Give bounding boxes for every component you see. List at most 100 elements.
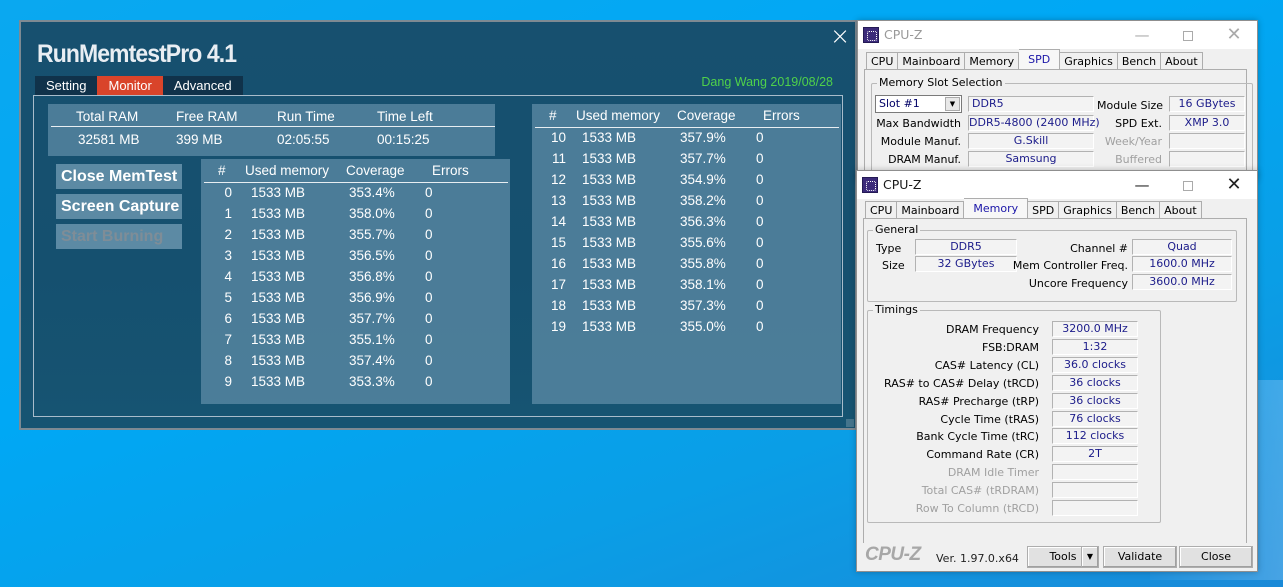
tab-advanced[interactable]: Advanced xyxy=(162,76,243,95)
column-header: # xyxy=(549,108,557,123)
table-row: 12 1533 MB 354.9% 0 xyxy=(532,172,841,193)
field-label: Week/Year xyxy=(1104,135,1162,148)
size-value: 32 GBytes xyxy=(915,256,1017,272)
tab-bench[interactable]: Bench xyxy=(1117,52,1162,70)
close-memtest-button[interactable]: Close MemTest xyxy=(56,164,182,189)
dram-manuf-value: Samsung xyxy=(968,151,1094,167)
thread-number-cell: 19 xyxy=(550,319,566,334)
timing-value: 36 clocks xyxy=(1052,392,1138,409)
timing-value: 2T xyxy=(1052,446,1138,463)
tab-spd[interactable]: SPD xyxy=(1019,49,1061,70)
tab-graphics[interactable]: Graphics xyxy=(1059,201,1117,219)
coverage-cell: 353.4% xyxy=(349,185,395,200)
module-size-value: 16 GBytes xyxy=(1169,96,1245,112)
timing-label: RAS# to CAS# Delay (tRCD) xyxy=(884,376,1040,390)
timing-value: 112 clocks xyxy=(1052,428,1138,445)
errors-cell: 0 xyxy=(425,185,433,200)
errors-cell: 0 xyxy=(425,248,433,263)
timing-label: Row To Column (tRCD) xyxy=(915,502,1039,515)
tab-memory[interactable]: Memory xyxy=(965,52,1020,70)
divider xyxy=(51,126,495,127)
week-year-value xyxy=(1169,133,1245,149)
divider xyxy=(535,127,839,128)
validate-button[interactable]: Validate xyxy=(1103,546,1177,568)
tab-mainboard[interactable]: Mainboard xyxy=(898,52,966,70)
errors-cell: 0 xyxy=(756,235,764,250)
close-button[interactable]: ✕ xyxy=(1211,21,1257,49)
tab-bench[interactable]: Bench xyxy=(1116,201,1161,219)
slot-select[interactable]: Slot #1 ▼ xyxy=(875,95,962,113)
minimize-button[interactable]: — xyxy=(1119,21,1165,49)
thread-table-left: # Used memory Coverage Errors 0 1533 MB 35… xyxy=(201,159,510,404)
thread-number-cell: 17 xyxy=(550,277,566,292)
timing-label: Bank Cycle Time (tRC) xyxy=(916,430,1039,444)
errors-cell: 0 xyxy=(756,130,764,145)
coverage-cell: 354.9% xyxy=(680,172,726,187)
screen-capture-button[interactable]: Screen Capture xyxy=(56,194,182,219)
thread-number-cell: 13 xyxy=(550,193,566,208)
thread-number-cell: 10 xyxy=(550,130,566,145)
tab-setting[interactable]: Setting xyxy=(35,76,98,95)
table-row: 15 1533 MB 355.6% 0 xyxy=(532,235,841,256)
chevron-down-icon: ▼ xyxy=(1086,552,1094,561)
tab-monitor[interactable]: Monitor xyxy=(97,76,163,95)
table-row: 3 1533 MB 356.5% 0 xyxy=(201,248,510,269)
field-label: Uncore Frequency xyxy=(1028,277,1128,290)
resize-grip[interactable] xyxy=(846,419,854,427)
close-button[interactable]: ✕ xyxy=(1211,171,1257,199)
tab-mainboard[interactable]: Mainboard xyxy=(897,201,965,219)
coverage-cell: 355.7% xyxy=(349,227,395,242)
type-value: DDR5 xyxy=(915,239,1017,255)
errors-cell: 0 xyxy=(425,374,433,389)
field-label: Type xyxy=(876,242,902,255)
action-buttons: Close MemTest Screen Capture Start Burni… xyxy=(56,164,182,254)
cpuz-spd-window: CPU-Z — ✕ CPU Mainboard Memory SPD Graph… xyxy=(857,20,1258,193)
coverage-cell: 358.1% xyxy=(680,277,726,292)
table-row: 0 1533 MB 353.4% 0 xyxy=(201,185,510,206)
thread-number-cell: 12 xyxy=(550,172,566,187)
divider xyxy=(204,182,508,183)
errors-cell: 0 xyxy=(425,227,433,242)
close-icon[interactable]: × xyxy=(829,24,851,48)
field-label: Mem Controller Freq. xyxy=(1012,259,1128,272)
timing-label: DRAM Idle Timer xyxy=(947,466,1039,480)
used-memory-cell: 1533 MB xyxy=(251,290,306,305)
mem-controller-freq-value: 1600.0 MHz xyxy=(1132,256,1232,272)
errors-cell: 0 xyxy=(756,193,764,208)
used-memory-cell: 1533 MB xyxy=(251,206,306,221)
close-button[interactable]: Close xyxy=(1179,546,1253,568)
field-label: Module Size xyxy=(1097,99,1164,112)
tab-memory[interactable]: Memory xyxy=(964,198,1029,219)
errors-cell: 0 xyxy=(425,311,433,326)
coverage-cell: 356.9% xyxy=(349,290,395,305)
table-row: 11 1533 MB 357.7% 0 xyxy=(532,151,841,172)
thread-number-cell: 18 xyxy=(550,298,566,313)
author-credit: Dang Wang 2019/08/28 xyxy=(701,75,833,89)
column-header: Errors xyxy=(432,163,469,178)
used-memory-cell: 1533 MB xyxy=(582,319,637,334)
field-label: Module Manuf. xyxy=(880,135,961,148)
maximize-button[interactable] xyxy=(1165,171,1211,199)
tab-cpu[interactable]: CPU xyxy=(866,52,899,70)
field-label: DRAM Manuf. xyxy=(888,153,961,166)
coverage-cell: 357.7% xyxy=(349,311,395,326)
table-row: 6 1533 MB 357.7% 0 xyxy=(201,311,510,332)
tab-bar: CPU Mainboard Memory SPD Graphics Bench … xyxy=(866,49,1203,70)
coverage-cell: 355.1% xyxy=(349,332,395,347)
table-row: 10 1533 MB 357.9% 0 xyxy=(532,130,841,151)
tab-about[interactable]: About xyxy=(1160,201,1202,219)
tab-spd[interactable]: SPD xyxy=(1028,201,1060,219)
thread-number-cell: 11 xyxy=(551,151,566,166)
uncore-frequency-value: 3600.0 MHz xyxy=(1132,274,1232,290)
tab-graphics[interactable]: Graphics xyxy=(1060,52,1118,70)
maximize-button[interactable] xyxy=(1165,21,1211,49)
thread-number-cell: 15 xyxy=(550,235,566,250)
tab-about[interactable]: About xyxy=(1161,52,1203,70)
thread-number-cell: 16 xyxy=(550,256,566,271)
used-memory-cell: 1533 MB xyxy=(251,374,306,389)
minimize-button[interactable]: — xyxy=(1119,171,1165,199)
monitor-panel: Total RAM Free RAM Run Time Time Left 32… xyxy=(33,95,843,417)
used-memory-cell: 1533 MB xyxy=(582,172,637,187)
tab-cpu[interactable]: CPU xyxy=(865,201,898,219)
tools-dropdown-button[interactable]: ▼ xyxy=(1081,546,1099,568)
